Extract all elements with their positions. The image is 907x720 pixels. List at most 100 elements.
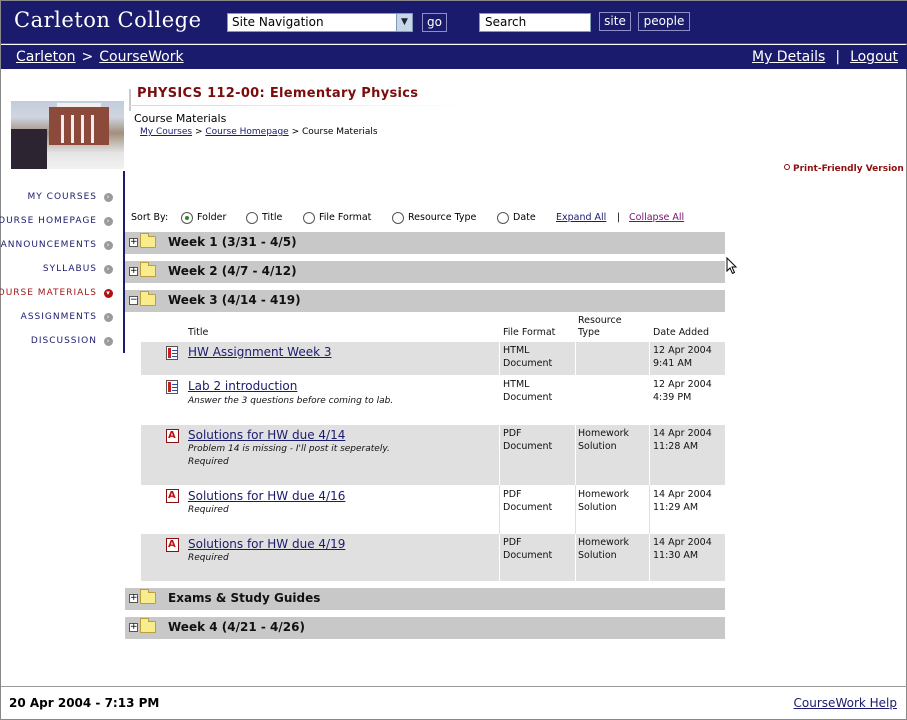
chevron-right-icon: › bbox=[104, 241, 113, 250]
date-line: 14 Apr 2004 bbox=[653, 428, 712, 439]
folder-icon bbox=[140, 233, 156, 248]
collapse-all-link[interactable]: Collapse All bbox=[629, 212, 684, 223]
chevron-down-icon[interactable]: ▼ bbox=[396, 14, 412, 31]
date-line: 14 Apr 2004 bbox=[653, 537, 712, 548]
print-friendly-link[interactable]: Print-Friendly Version bbox=[784, 164, 904, 174]
chevron-right-icon: › bbox=[104, 337, 113, 346]
course-title: PHYSICS 112-00: Elementary Physics bbox=[137, 86, 419, 101]
link-divider: | bbox=[835, 49, 841, 65]
table-row: Solutions for HW due 4/19 Required PDF Do… bbox=[141, 534, 725, 581]
file-format: PDF Document bbox=[503, 536, 552, 562]
sort-resource-type-label[interactable]: Resource Type bbox=[408, 212, 476, 223]
site-navigation-select[interactable]: Site Navigation ▼ bbox=[227, 13, 413, 32]
folder-row[interactable]: + Week 4 (4/21 - 4/26) bbox=[125, 617, 725, 639]
site-search-button[interactable]: site bbox=[599, 12, 631, 31]
print-friendly-label: Print-Friendly Version bbox=[793, 164, 904, 174]
folder-name[interactable]: Week 4 (4/21 - 4/26) bbox=[168, 620, 305, 634]
expand-icon[interactable]: + bbox=[129, 594, 138, 603]
folder-row[interactable]: + Week 1 (3/31 - 4/5) bbox=[125, 232, 725, 254]
breadcrumb-coursework[interactable]: CourseWork bbox=[99, 49, 183, 65]
sort-resource-type-radio[interactable] bbox=[392, 212, 404, 224]
collapse-icon[interactable]: − bbox=[129, 296, 138, 305]
sidebar-item-label: ANNOUNCEMENTS bbox=[0, 240, 97, 250]
logout-link[interactable]: Logout bbox=[850, 49, 898, 65]
file-format-line: HTML bbox=[503, 345, 530, 356]
sidebar-item-label: MY COURSES bbox=[27, 192, 97, 202]
time-line: 11:30 AM bbox=[653, 550, 699, 561]
html-document-icon bbox=[166, 380, 178, 394]
sidebar-item-my-courses[interactable]: MY COURSES › bbox=[0, 192, 113, 216]
sidebar-item-syllabus[interactable]: SYLLABUS › bbox=[0, 264, 113, 288]
open-folder-icon bbox=[140, 291, 156, 306]
time-line: 11:28 AM bbox=[653, 441, 699, 452]
sidebar-item-assignments[interactable]: ASSIGNMENTS › bbox=[0, 312, 113, 336]
breadcrumb-current: Course Materials bbox=[302, 127, 378, 137]
folder-name[interactable]: Week 1 (3/31 - 4/5) bbox=[168, 235, 297, 249]
resource-type-line: Solution bbox=[578, 502, 617, 513]
site-brand[interactable]: Carleton College bbox=[14, 8, 202, 32]
material-title-link[interactable]: Lab 2 introduction bbox=[188, 379, 297, 393]
breadcrumb-carleton[interactable]: Carleton bbox=[16, 49, 76, 65]
top-breadcrumb: Carleton > CourseWork bbox=[16, 49, 184, 65]
user-links: My Details | Logout bbox=[752, 49, 898, 65]
chevron-right-icon: › bbox=[104, 217, 113, 226]
sidebar-item-course-homepage[interactable]: COURSE HOMEPAGE › bbox=[0, 216, 113, 240]
sort-file-format-label[interactable]: File Format bbox=[319, 212, 371, 223]
resource-type-line: Homework bbox=[578, 489, 630, 500]
title-underline bbox=[129, 105, 474, 106]
folder-name[interactable]: Week 2 (4/7 - 4/12) bbox=[168, 264, 297, 278]
material-title-link[interactable]: Solutions for HW due 4/14 bbox=[188, 428, 345, 442]
time-line: 9:41 AM bbox=[653, 358, 693, 369]
sort-date-label[interactable]: Date bbox=[513, 212, 536, 223]
required-label: Required bbox=[188, 553, 229, 563]
coursework-help-link[interactable]: CourseWork Help bbox=[794, 696, 897, 710]
folder-name[interactable]: Exams & Study Guides bbox=[168, 591, 320, 605]
sidebar-item-label: DISCUSSION bbox=[30, 336, 97, 346]
top-bar: Carleton College Site Navigation ▼ go Se… bbox=[1, 1, 907, 44]
sidebar-item-label: COURSE MATERIALS bbox=[0, 288, 97, 298]
folder-icon bbox=[140, 589, 156, 604]
sidebar-item-label: SYLLABUS bbox=[42, 264, 97, 274]
date-added: 14 Apr 2004 11:29 AM bbox=[653, 488, 712, 514]
expand-icon[interactable]: + bbox=[129, 623, 138, 632]
go-button[interactable]: go bbox=[422, 13, 447, 32]
material-title-link[interactable]: Solutions for HW due 4/19 bbox=[188, 537, 345, 551]
file-format: HTML Document bbox=[503, 378, 552, 404]
folder-name[interactable]: Week 3 (4/14 - 419) bbox=[168, 293, 301, 307]
printer-icon bbox=[784, 164, 790, 170]
resource-type: Homework Solution bbox=[578, 536, 629, 562]
date-added: 14 Apr 2004 11:30 AM bbox=[653, 536, 712, 562]
material-title-link[interactable]: HW Assignment Week 3 bbox=[188, 345, 332, 359]
my-details-link[interactable]: My Details bbox=[752, 49, 825, 65]
date-line: 12 Apr 2004 bbox=[653, 345, 712, 356]
folder-icon bbox=[140, 618, 156, 633]
sidebar-item-discussion[interactable]: DISCUSSION › bbox=[0, 336, 113, 360]
breadcrumb-course-homepage[interactable]: Course Homepage bbox=[205, 127, 288, 137]
breadcrumb-my-courses[interactable]: My Courses bbox=[140, 127, 192, 137]
folder-row[interactable]: − Week 3 (4/14 - 419) bbox=[125, 290, 725, 312]
sidebar-item-announcements[interactable]: ANNOUNCEMENTS › bbox=[0, 240, 113, 264]
material-title-link[interactable]: Solutions for HW due 4/16 bbox=[188, 489, 345, 503]
file-format-line: Document bbox=[503, 358, 553, 369]
breadcrumb-separator: > bbox=[194, 127, 203, 137]
resource-type-line: Solution bbox=[578, 550, 617, 561]
expand-icon[interactable]: + bbox=[129, 267, 138, 276]
folder-row[interactable]: + Week 2 (4/7 - 4/12) bbox=[125, 261, 725, 283]
footer-datetime: 20 Apr 2004 - 7:13 PM bbox=[9, 696, 160, 710]
footer-divider bbox=[1, 686, 907, 687]
breadcrumb: My Courses > Course Homepage > Course Ma… bbox=[140, 127, 378, 137]
sort-file-format-radio[interactable] bbox=[303, 212, 315, 224]
expand-icon[interactable]: + bbox=[129, 238, 138, 247]
people-search-button[interactable]: people bbox=[638, 12, 690, 31]
expand-all-link[interactable]: Expand All bbox=[556, 212, 606, 223]
sort-date-radio[interactable] bbox=[497, 212, 509, 224]
search-input[interactable]: Search bbox=[479, 13, 591, 32]
column-header-title: Title bbox=[188, 327, 209, 338]
sort-title-radio[interactable] bbox=[246, 212, 258, 224]
sort-folder-label[interactable]: Folder bbox=[197, 212, 226, 223]
folder-row[interactable]: + Exams & Study Guides bbox=[125, 588, 725, 610]
sort-title-label[interactable]: Title bbox=[262, 212, 282, 223]
sort-folder-radio[interactable] bbox=[181, 212, 193, 224]
sidebar-item-course-materials[interactable]: COURSE MATERIALS ▾ bbox=[0, 288, 113, 312]
file-format: PDF Document bbox=[503, 488, 552, 514]
